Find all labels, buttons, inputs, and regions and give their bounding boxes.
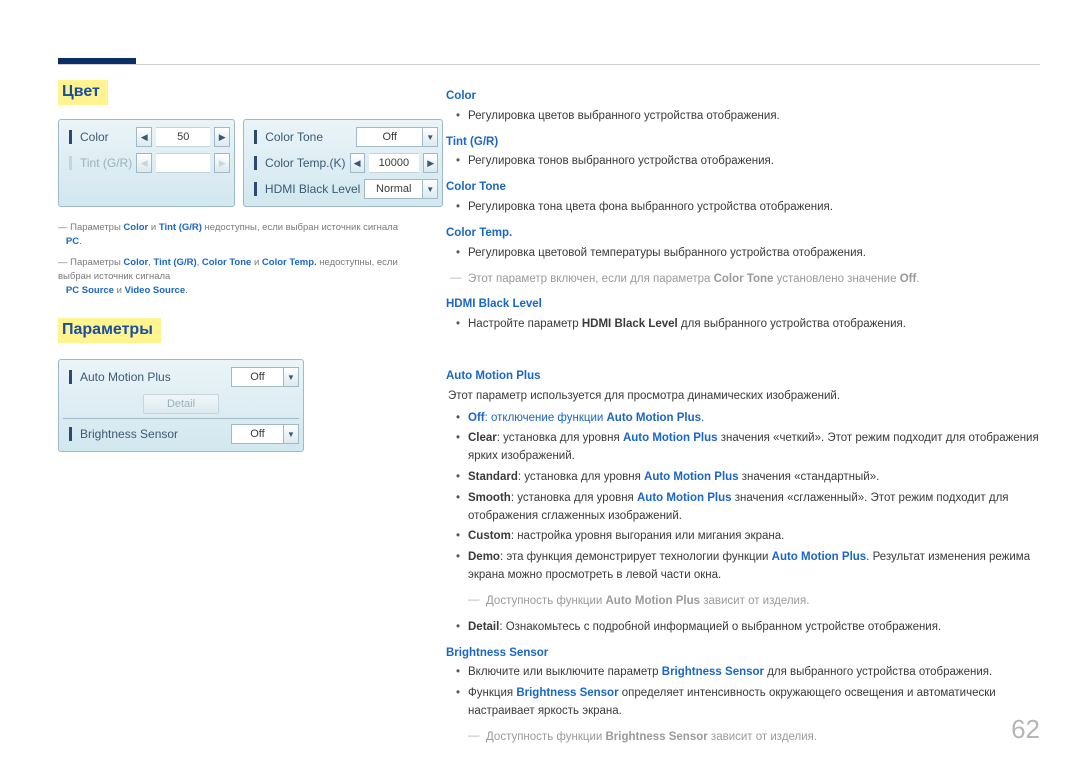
- bs-enable-desc: Включите или выключите параметр Brightne…: [446, 664, 1040, 682]
- section-heading-color: Цвет: [58, 80, 108, 105]
- left-column: Цвет Color ◀ 50 ▶ Tint (G/R) ◀: [58, 80, 428, 755]
- detail-button: Detail: [143, 394, 219, 414]
- page-number: 62: [1011, 714, 1040, 745]
- bs-list: Включите или выключите параметр Brightne…: [446, 664, 1040, 720]
- spin-right-button: ▶: [214, 153, 230, 173]
- footnote-color-1: ― Параметры Color и Tint (G/R) недоступн…: [58, 221, 424, 250]
- para-hdmi: HDMI Black Level: [446, 296, 1040, 314]
- color-panel-left: Color ◀ 50 ▶ Tint (G/R) ◀ ▶: [58, 119, 235, 207]
- amp-opt-custom: Custom: настройка уровня выгорания или м…: [446, 528, 1040, 546]
- para-bs: Brightness Sensor: [446, 645, 1040, 663]
- spin-left-button: ◀: [136, 153, 152, 173]
- para-ctemp: Color Temp.: [446, 225, 1040, 243]
- para-tint: Tint (G/R): [446, 134, 1040, 152]
- row-marker-icon: [69, 130, 72, 144]
- color-panel-right: Color Tone Off▼ Color Temp.(K) ◀ 10000 ▶…: [243, 119, 443, 207]
- right-column: Color Регулировка цветов выбранного устр…: [428, 80, 1040, 755]
- amp-opt-detail: Detail: Ознакомьтесь с подробной информа…: [446, 619, 1040, 637]
- amp-intro: Этот параметр используется для просмотра…: [448, 388, 1040, 406]
- color-tone-label: Color Tone: [265, 130, 352, 144]
- color-label: Color: [80, 130, 132, 144]
- bs-func-desc: Функция Brightness Sensor определяет инт…: [446, 685, 1040, 721]
- amp-options-list: Off: отключение функции Auto Motion Plus…: [446, 410, 1040, 585]
- para-color-desc: Регулировка цветов выбранного устройства…: [446, 108, 1040, 126]
- chevron-down-icon: ▼: [283, 368, 298, 386]
- color-temp-row: Color Temp.(K) ◀ 10000 ▶: [248, 150, 438, 176]
- panel-divider: [63, 418, 299, 419]
- chevron-down-icon: ▼: [283, 425, 298, 443]
- color-value[interactable]: 50: [156, 127, 210, 147]
- row-marker-icon: [254, 130, 257, 144]
- row-marker-icon: [69, 156, 72, 170]
- row-marker-icon: [254, 182, 257, 196]
- para-hdmi-desc: Настройте параметр HDMI Black Level для …: [446, 316, 1040, 334]
- document-page: Цвет Color ◀ 50 ▶ Tint (G/R) ◀: [0, 0, 1080, 763]
- color-row: Color ◀ 50 ▶: [63, 124, 230, 150]
- spin-right-button[interactable]: ▶: [214, 127, 230, 147]
- color-tone-select[interactable]: Off▼: [356, 127, 438, 147]
- para-ctone: Color Tone: [446, 179, 1040, 197]
- params-panel: Auto Motion Plus Off▼ Detail Brightness …: [58, 359, 304, 452]
- brightness-sensor-row: Brightness Sensor Off▼: [63, 421, 299, 447]
- hdmi-row: HDMI Black Level Normal▼: [248, 176, 438, 202]
- bs-label: Brightness Sensor: [80, 427, 227, 441]
- color-tone-row: Color Tone Off▼: [248, 124, 438, 150]
- amp-select[interactable]: Off▼: [231, 367, 299, 387]
- row-marker-icon: [69, 370, 72, 384]
- tint-value: [156, 153, 210, 173]
- para-amp: Auto Motion Plus: [446, 368, 1040, 386]
- footnote-color-2: ― Параметры Color, Tint (G/R), Color Ton…: [58, 256, 424, 299]
- bs-availability-note: Доступность функции Brightness Sensor за…: [464, 729, 1040, 747]
- row-marker-icon: [254, 156, 257, 170]
- para-ctemp-desc: Регулировка цветовой температуры выбранн…: [446, 245, 1040, 263]
- auto-motion-plus-row: Auto Motion Plus Off▼: [63, 364, 299, 390]
- para-color: Color: [446, 88, 1040, 106]
- amp-opt-clear: Clear: установка для уровня Auto Motion …: [446, 430, 1040, 466]
- amp-opt-standard: Standard: установка для уровня Auto Moti…: [446, 469, 1040, 487]
- header-rule: [58, 64, 1040, 65]
- row-marker-icon: [69, 427, 72, 441]
- section-heading-params: Параметры: [58, 318, 161, 343]
- tint-row: Tint (G/R) ◀ ▶: [63, 150, 230, 176]
- amp-opt-demo: Demo: эта функция демонстрирует технолог…: [446, 549, 1040, 585]
- color-temp-label: Color Temp.(K): [265, 156, 345, 170]
- amp-label: Auto Motion Plus: [80, 370, 227, 384]
- para-ctone-desc: Регулировка тона цвета фона выбранного у…: [446, 199, 1040, 217]
- tint-label: Tint (G/R): [80, 156, 132, 170]
- amp-opt-smooth: Smooth: установка для уровня Auto Motion…: [446, 490, 1040, 526]
- amp-opt-off: Off: отключение функции Auto Motion Plus…: [446, 410, 1040, 428]
- color-temp-value[interactable]: 10000: [369, 153, 420, 173]
- bs-select[interactable]: Off▼: [231, 424, 299, 444]
- para-ctemp-note: Этот параметр включен, если для параметр…: [446, 271, 1040, 289]
- color-panel-cluster: Color ◀ 50 ▶ Tint (G/R) ◀ ▶: [58, 119, 428, 207]
- spin-left-button[interactable]: ◀: [136, 127, 152, 147]
- amp-availability-note: Доступность функции Auto Motion Plus зав…: [464, 593, 1040, 611]
- spin-left-button[interactable]: ◀: [350, 153, 365, 173]
- hdmi-label: HDMI Black Level: [265, 182, 360, 196]
- para-tint-desc: Регулировка тонов выбранного устройства …: [446, 153, 1040, 171]
